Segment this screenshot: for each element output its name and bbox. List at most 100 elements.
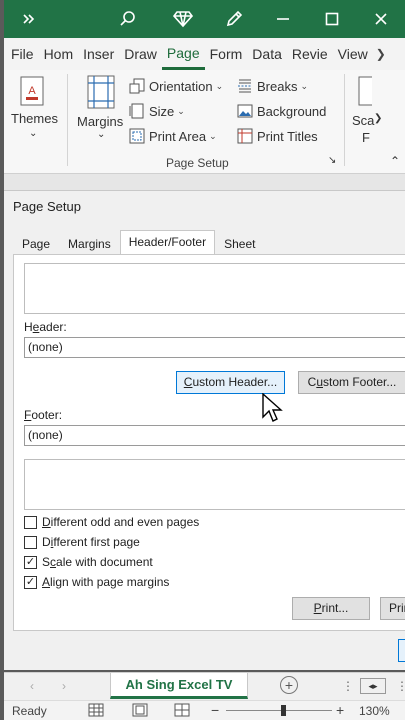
background-button[interactable]: Background [237, 103, 326, 119]
tab-header-footer[interactable]: Header/Footer [119, 230, 216, 256]
zoom-out-icon[interactable]: − [211, 702, 219, 718]
margins-label[interactable]: Margins [77, 114, 123, 129]
print-titles-label: Print Titles [257, 128, 318, 144]
tab-data[interactable]: Data [247, 38, 287, 70]
search-icon[interactable] [103, 0, 152, 38]
size-button[interactable]: Size ⌄ [129, 103, 185, 119]
checkbox-label: Align with page margins [42, 575, 170, 589]
zoom-in-icon[interactable]: + [336, 702, 344, 718]
checkbox-box [24, 535, 37, 549]
print-preview-label: Prin [389, 601, 405, 615]
checkbox-label: Different first page [42, 535, 140, 549]
scale-with-document-checkbox[interactable]: ✓ Scale with document [24, 555, 153, 569]
page-break-preview-icon[interactable] [174, 703, 190, 720]
themes-icon[interactable]: A [18, 76, 48, 109]
scale-label[interactable]: Sca [352, 113, 374, 128]
tab-page-layout[interactable]: Page [161, 38, 205, 70]
breaks-button[interactable]: Breaks ⌄ [237, 78, 308, 94]
sheet-scroll-arrows-icon[interactable]: ◂▸ [360, 678, 386, 694]
collapse-ribbon-icon[interactable]: ⌃ [390, 154, 400, 168]
tab-file[interactable]: File [6, 38, 39, 70]
tab-draw[interactable]: Draw [119, 38, 162, 70]
minimize-icon[interactable] [258, 0, 307, 38]
sheet-tab-bar: ‹ › Ah Sing Excel TV + ⋮ ◂▸ ⋮ [4, 672, 405, 700]
footer-select[interactable]: (none) [24, 425, 405, 446]
print-titles-icon [237, 128, 253, 144]
page-setup-dialog: Page Setup Page Margins Header/Footer Sh… [4, 190, 405, 670]
footer-preview [24, 459, 405, 510]
background-icon [237, 104, 253, 118]
custom-footer-button[interactable]: Custom Footer... [298, 371, 405, 394]
background-label: Background [257, 103, 327, 119]
status-text: Ready [12, 704, 47, 718]
chevron-down-icon: ⌄ [215, 80, 224, 91]
dialog-launcher-icon[interactable]: ↘ [328, 155, 336, 166]
scale-to-fit-icon[interactable] [358, 76, 380, 109]
themes-dropdown-icon[interactable]: ⌄ [29, 128, 37, 139]
mouse-cursor-icon [262, 392, 284, 428]
header-footer-panel: Header: (none) Custom Header... Custom F… [13, 254, 405, 631]
restore-icon[interactable] [307, 0, 356, 38]
formula-area [4, 174, 405, 190]
more-options-icon[interactable]: ⋮ [396, 679, 405, 693]
close-icon[interactable] [356, 0, 405, 38]
page-setup-group-label: Page Setup [166, 156, 229, 170]
chevron-right-icon[interactable]: ❯ [373, 47, 389, 61]
chevron-right-icon[interactable]: ❯ [374, 113, 382, 124]
normal-view-icon[interactable] [88, 703, 104, 720]
pen-icon[interactable] [209, 0, 258, 38]
page-layout-view-icon[interactable] [132, 703, 148, 720]
ok-button[interactable] [398, 639, 405, 662]
title-bar [4, 0, 405, 38]
size-icon [129, 103, 144, 119]
tab-review[interactable]: Revie [287, 38, 333, 70]
print-label: Print... [313, 601, 349, 615]
tab-formulas[interactable]: Form [205, 38, 248, 70]
header-label: Header: [24, 320, 67, 334]
chevron-down-icon: ⌄ [209, 130, 217, 141]
dialog-title: Page Setup [13, 199, 81, 214]
margins-dropdown-icon[interactable]: ⌄ [97, 129, 105, 140]
checkbox-box [24, 515, 37, 529]
scroll-right-icon[interactable]: › [62, 679, 66, 693]
different-odd-even-checkbox[interactable]: Different odd and even pages [24, 515, 199, 529]
themes-label[interactable]: Themes [11, 111, 58, 126]
custom-footer-label: Custom Footer... [307, 375, 397, 389]
custom-header-button[interactable]: Custom Header... [176, 371, 285, 394]
header-preview [24, 263, 405, 314]
ribbon-page-layout: A Themes ⌄ Margins ⌄ Orientation ⌄ Size ⌄ … [4, 70, 405, 174]
more-sheets-icon[interactable]: ⋮ [342, 679, 354, 693]
zoom-slider[interactable] [226, 710, 332, 711]
orientation-icon [129, 78, 145, 94]
tab-home[interactable]: Hom [39, 38, 79, 70]
checkbox-label: Different odd and even pages [42, 515, 200, 529]
align-with-margins-checkbox[interactable]: ✓ Align with page margins [24, 575, 169, 589]
scroll-left-icon[interactable]: ‹ [30, 679, 34, 693]
tab-view[interactable]: View [333, 38, 373, 70]
chevron-down-icon: ⌄ [300, 80, 309, 91]
check-icon: ✓ [24, 555, 37, 569]
chevron-double-right-icon[interactable] [4, 0, 53, 38]
add-sheet-icon[interactable]: + [280, 676, 298, 694]
print-area-icon [129, 128, 145, 144]
print-button[interactable]: Print... [292, 597, 370, 620]
print-area-button[interactable]: Print Area ⌄ [129, 128, 217, 144]
print-area-label: Print Area [149, 128, 207, 144]
scale-label-2: F [362, 130, 370, 145]
orientation-button[interactable]: Orientation ⌄ [129, 78, 223, 94]
breaks-label: Breaks [257, 78, 298, 94]
tab-insert[interactable]: Inser [78, 38, 119, 70]
print-preview-button[interactable]: Prin [380, 597, 405, 620]
zoom-level[interactable]: 130% [359, 704, 390, 718]
orientation-label: Orientation [149, 78, 213, 94]
footer-label: Footer: [24, 408, 63, 422]
sheet-tab-active[interactable]: Ah Sing Excel TV [110, 673, 248, 699]
diamond-icon[interactable] [158, 0, 207, 38]
header-select[interactable]: (none) [24, 337, 405, 358]
print-titles-button[interactable]: Print Titles [237, 128, 318, 144]
zoom-slider-thumb[interactable] [281, 705, 286, 716]
margins-icon[interactable] [86, 74, 116, 113]
different-first-page-checkbox[interactable]: Different first page [24, 535, 140, 549]
custom-header-label: Custom Header... [183, 375, 278, 389]
size-label: Size [149, 103, 175, 119]
